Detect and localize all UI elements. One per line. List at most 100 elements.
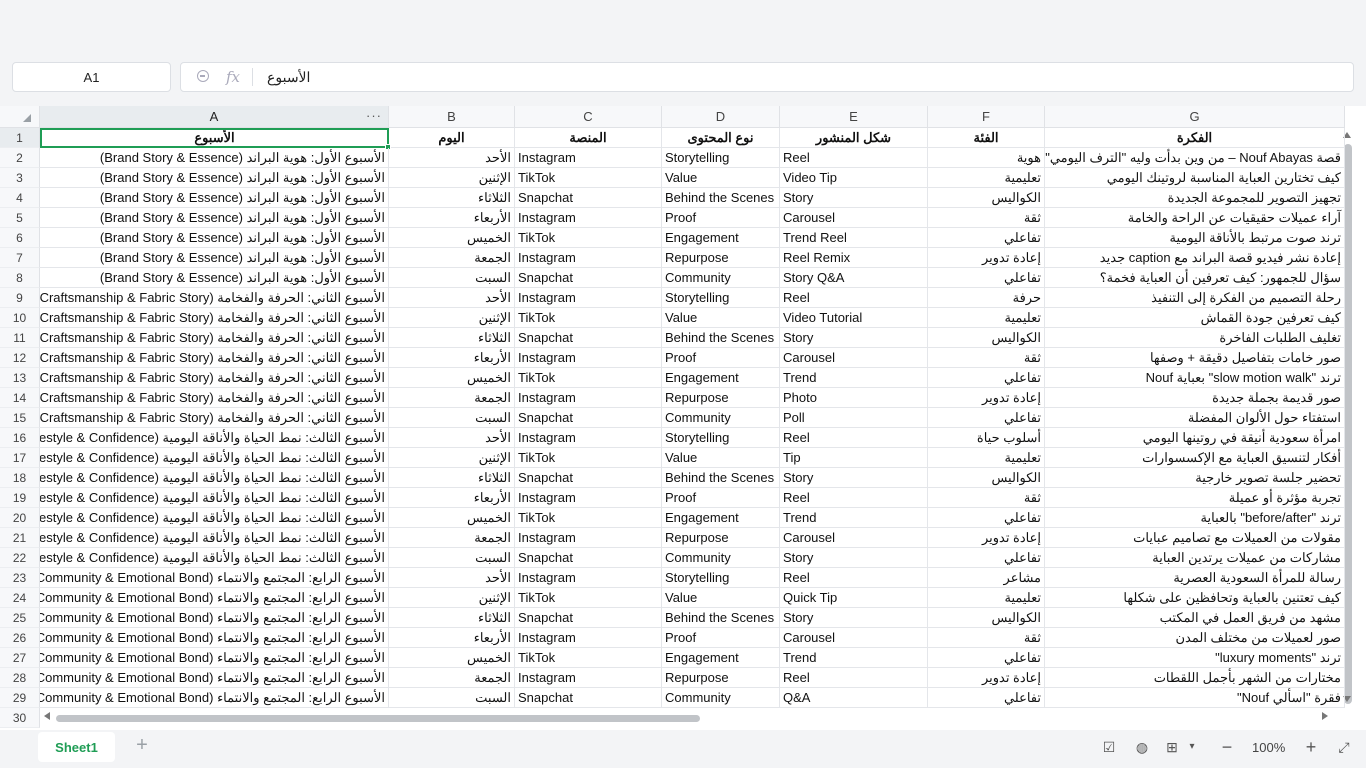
row-header[interactable]: 22	[0, 548, 40, 568]
row-header[interactable]: 27	[0, 648, 40, 668]
table-cell[interactable]: Reel	[780, 428, 928, 448]
table-cell[interactable]: الجمعة	[389, 528, 515, 548]
table-cell[interactable]: Snapchat	[515, 468, 662, 488]
table-cell[interactable]: تفاعلي	[928, 548, 1045, 568]
table-cell[interactable]: Trend	[780, 508, 928, 528]
spreadsheet-grid[interactable]: A ··· B C D E F G 1 2 3 4 5 6 7 8 9 10 11 12 13 14 15 16 17 18 19 2…	[0, 106, 1366, 732]
table-cell[interactable]: Instagram	[515, 568, 662, 588]
table-cell[interactable]: تفاعلي	[928, 408, 1045, 428]
table-cell[interactable]: Reel	[780, 568, 928, 588]
table-cell[interactable]: Community	[662, 268, 780, 288]
table-cell[interactable]: Instagram	[515, 208, 662, 228]
table-cell[interactable]: Reel	[780, 488, 928, 508]
table-cell[interactable]: Instagram	[515, 248, 662, 268]
table-cell[interactable]: TikTok	[515, 648, 662, 668]
table-cell[interactable]: Carousel	[780, 628, 928, 648]
table-cell[interactable]: تفاعلي	[928, 268, 1045, 288]
table-cell[interactable]: صور قديمة بجملة جديدة	[1045, 388, 1345, 408]
table-cell[interactable]: الأسبوع الثاني: الحرفة والفخامة (Craftsm…	[40, 308, 389, 328]
row-header[interactable]: 4	[0, 188, 40, 208]
table-cell[interactable]: الأسبوع الثالث: نمط الحياة والأناقة اليو…	[40, 428, 389, 448]
table-cell[interactable]: مشاعر	[928, 568, 1045, 588]
table-cell[interactable]: TikTok	[515, 228, 662, 248]
scroll-right-icon[interactable]	[1322, 712, 1328, 720]
table-cell[interactable]: إعادة تدوير	[928, 528, 1045, 548]
row-header[interactable]: 3	[0, 168, 40, 188]
row-header[interactable]: 17	[0, 448, 40, 468]
table-cell[interactable]: الأسبوع الأول: هوية البراند (Brand Story…	[40, 208, 389, 228]
table-cell[interactable]: Snapchat	[515, 268, 662, 288]
table-cell[interactable]: Snapchat	[515, 608, 662, 628]
table-cell[interactable]: Reel	[780, 288, 928, 308]
table-cell[interactable]: Community	[662, 548, 780, 568]
table-cell[interactable]: الإثنين	[389, 448, 515, 468]
table-cell[interactable]: فقرة "اسألي Nouf"	[1045, 688, 1345, 708]
table-cell[interactable]: ترند صوت مرتبط بالأناقة اليومية	[1045, 228, 1345, 248]
table-cell[interactable]: السبت	[389, 548, 515, 568]
table-cell[interactable]: Instagram	[515, 428, 662, 448]
table-cell[interactable]: الجمعة	[389, 388, 515, 408]
row-header[interactable]: 9	[0, 288, 40, 308]
table-cell[interactable]: Snapchat	[515, 408, 662, 428]
table-cell[interactable]: الأسبوع الرابع: المجتمع والانتماء (Commu…	[40, 568, 389, 588]
table-cell[interactable]: الأربعاء	[389, 348, 515, 368]
table-cell[interactable]: Story	[780, 328, 928, 348]
horizontal-scrollbar[interactable]	[56, 715, 700, 722]
table-cell[interactable]: مشهد من فريق العمل في المكتب	[1045, 608, 1345, 628]
table-cell[interactable]: TikTok	[515, 588, 662, 608]
formula-bar[interactable]: fx الأسبوع	[180, 62, 1354, 92]
table-cell[interactable]: Story	[780, 468, 928, 488]
table-cell[interactable]: حرفة	[928, 288, 1045, 308]
table-cell[interactable]: تعليمية	[928, 448, 1045, 468]
table-cell[interactable]: Instagram	[515, 148, 662, 168]
table-cell[interactable]: Instagram	[515, 288, 662, 308]
column-header-c[interactable]: C	[515, 106, 662, 128]
table-cell[interactable]: Instagram	[515, 528, 662, 548]
table-cell[interactable]: الأسبوع الثالث: نمط الحياة والأناقة اليو…	[40, 548, 389, 568]
table-cell[interactable]: الخميس	[389, 368, 515, 388]
table-cell[interactable]: Story Q&A	[780, 268, 928, 288]
table-cell[interactable]: إعادة تدوير	[928, 388, 1045, 408]
table-cell[interactable]: تفاعلي	[928, 228, 1045, 248]
table-cell[interactable]: رحلة التصميم من الفكرة إلى التنفيذ	[1045, 288, 1345, 308]
row-header[interactable]: 24	[0, 588, 40, 608]
table-cell[interactable]: الكواليس	[928, 468, 1045, 488]
table-cell[interactable]: تجربة مؤثرة أو عميلة	[1045, 488, 1345, 508]
table-cell[interactable]: الأربعاء	[389, 628, 515, 648]
row-header[interactable]: 13	[0, 368, 40, 388]
column-header-f[interactable]: F	[928, 106, 1045, 128]
table-cell[interactable]: Carousel	[780, 348, 928, 368]
table-cell[interactable]: تعليمية	[928, 588, 1045, 608]
row-header[interactable]: 21	[0, 528, 40, 548]
table-cell[interactable]: Trend Reel	[780, 228, 928, 248]
table-cell[interactable]: ثقة	[928, 208, 1045, 228]
table-cell[interactable]: تفاعلي	[928, 688, 1045, 708]
table-cell[interactable]: Community	[662, 688, 780, 708]
column-menu-icon[interactable]: ···	[366, 108, 382, 123]
table-cell[interactable]: الأسبوع الأول: هوية البراند (Brand Story…	[40, 268, 389, 288]
table-cell[interactable]: ترند "slow motion walk" بعباية Nouf	[1045, 368, 1345, 388]
sheet-tab[interactable]: Sheet1	[38, 732, 115, 762]
table-cell[interactable]: Behind the Scenes	[662, 328, 780, 348]
table-cell[interactable]: Proof	[662, 208, 780, 228]
zoom-level[interactable]: 100%	[1252, 740, 1285, 755]
table-cell[interactable]: صور خامات بتفاصيل دقيقة + وصفها	[1045, 348, 1345, 368]
zoom-out-icon[interactable]: −	[1219, 738, 1235, 756]
table-cell[interactable]: هوية	[928, 148, 1045, 168]
table-cell[interactable]: Instagram	[515, 668, 662, 688]
table-cell[interactable]: تفاعلي	[928, 508, 1045, 528]
row-header[interactable]: 23	[0, 568, 40, 588]
row-header[interactable]: 28	[0, 668, 40, 688]
table-cell[interactable]: Q&A	[780, 688, 928, 708]
table-cell[interactable]: الأسبوع الرابع: المجتمع والانتماء (Commu…	[40, 688, 389, 708]
table-cell[interactable]: الأربعاء	[389, 488, 515, 508]
table-cell[interactable]: Snapchat	[515, 328, 662, 348]
vertical-scrollbar[interactable]	[1344, 144, 1352, 704]
check-formula-icon[interactable]: ☑	[1101, 739, 1117, 755]
table-cell[interactable]: الأسبوع الثالث: نمط الحياة والأناقة اليو…	[40, 468, 389, 488]
row-header[interactable]: 16	[0, 428, 40, 448]
table-cell[interactable]: Video Tip	[780, 168, 928, 188]
table-cell[interactable]: امرأة سعودية أنيقة في روتينها اليومي	[1045, 428, 1345, 448]
table-cell[interactable]: Instagram	[515, 628, 662, 648]
table-cell[interactable]: الأسبوع الثاني: الحرفة والفخامة (Craftsm…	[40, 328, 389, 348]
